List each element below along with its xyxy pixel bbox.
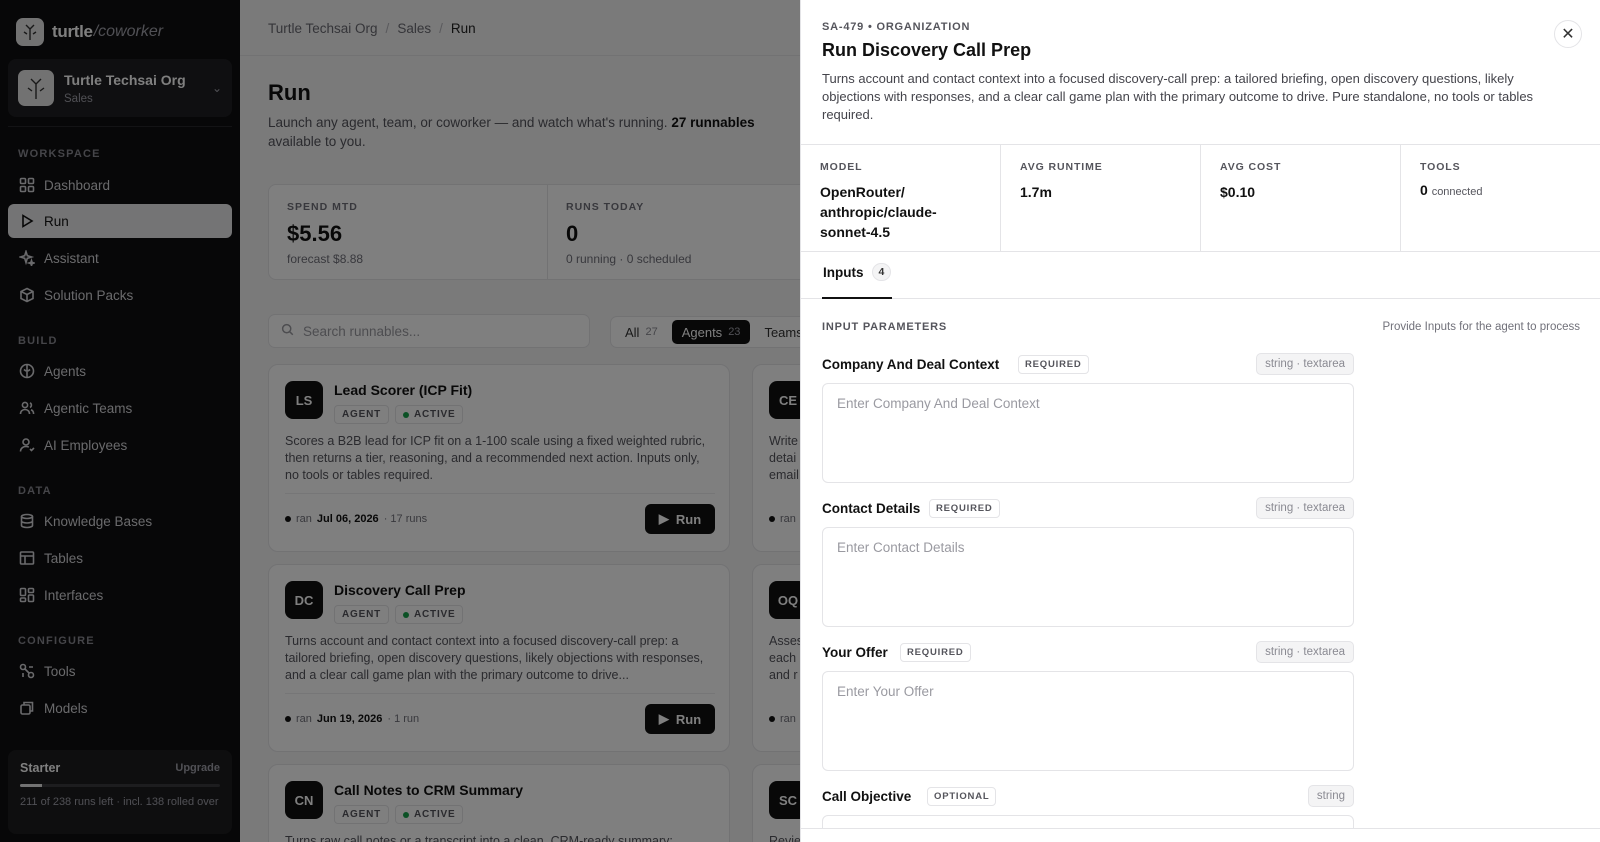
tab-count-badge: 4 — [871, 263, 892, 281]
close-icon[interactable]: ✕ — [1554, 20, 1582, 48]
metric-model: MODEL OpenRouter/ anthropic/claude-sonne… — [801, 145, 1001, 251]
metric-tools: TOOLS 0 connected — [1420, 161, 1483, 198]
required-badge: REQUIRED — [929, 499, 1000, 518]
type-badge: string · textarea — [1256, 497, 1354, 519]
metric-avg-runtime: AVG RUNTIME 1.7m — [1001, 145, 1201, 251]
tab-inputs[interactable]: Inputs 4 — [822, 263, 893, 299]
contact-details-field[interactable] — [822, 527, 1354, 627]
drawer-metrics: MODEL OpenRouter/ anthropic/claude-sonne… — [801, 144, 1600, 252]
field-label: Call Objective — [822, 789, 912, 804]
drawer-tabs: Inputs 4 — [801, 252, 1600, 299]
input-parameters-label: INPUT PARAMETERS — [822, 321, 948, 333]
required-badge: REQUIRED — [900, 643, 971, 662]
metric-avg-cost: AVG COST $0.10 — [1201, 145, 1401, 251]
your-offer-field[interactable] — [822, 671, 1354, 771]
optional-badge: OPTIONAL — [927, 787, 997, 806]
drawer-footer — [801, 828, 1600, 842]
input-parameters-hint: Provide Inputs for the agent to process — [1382, 321, 1580, 333]
modal-backdrop[interactable] — [0, 0, 800, 842]
drawer-title: Run Discovery Call Prep — [822, 40, 1032, 60]
field-header: Call Objective OPTIONAL string — [822, 785, 1354, 809]
drawer-kicker: SA-479 • ORGANIZATION — [822, 21, 971, 33]
field-label: Your Offer — [822, 645, 888, 660]
required-badge: REQUIRED — [1018, 355, 1089, 374]
company-deal-context-field[interactable] — [822, 383, 1354, 483]
type-badge: string · textarea — [1256, 641, 1354, 663]
type-badge: string · textarea — [1256, 353, 1354, 375]
drawer-description: Turns account and contact context into a… — [822, 71, 1534, 122]
type-badge: string — [1307, 785, 1354, 807]
run-drawer: SA-479 • ORGANIZATION Run Discovery Call… — [800, 0, 1600, 842]
field-label: Company And Deal Context — [822, 357, 1000, 372]
field-label: Contact Details — [822, 501, 921, 516]
field-header: Contact Details REQUIRED string · textar… — [822, 497, 1354, 521]
field-header: Your Offer REQUIRED string · textarea — [822, 641, 1354, 665]
field-header: Company And Deal Context REQUIRED string… — [822, 353, 1354, 377]
